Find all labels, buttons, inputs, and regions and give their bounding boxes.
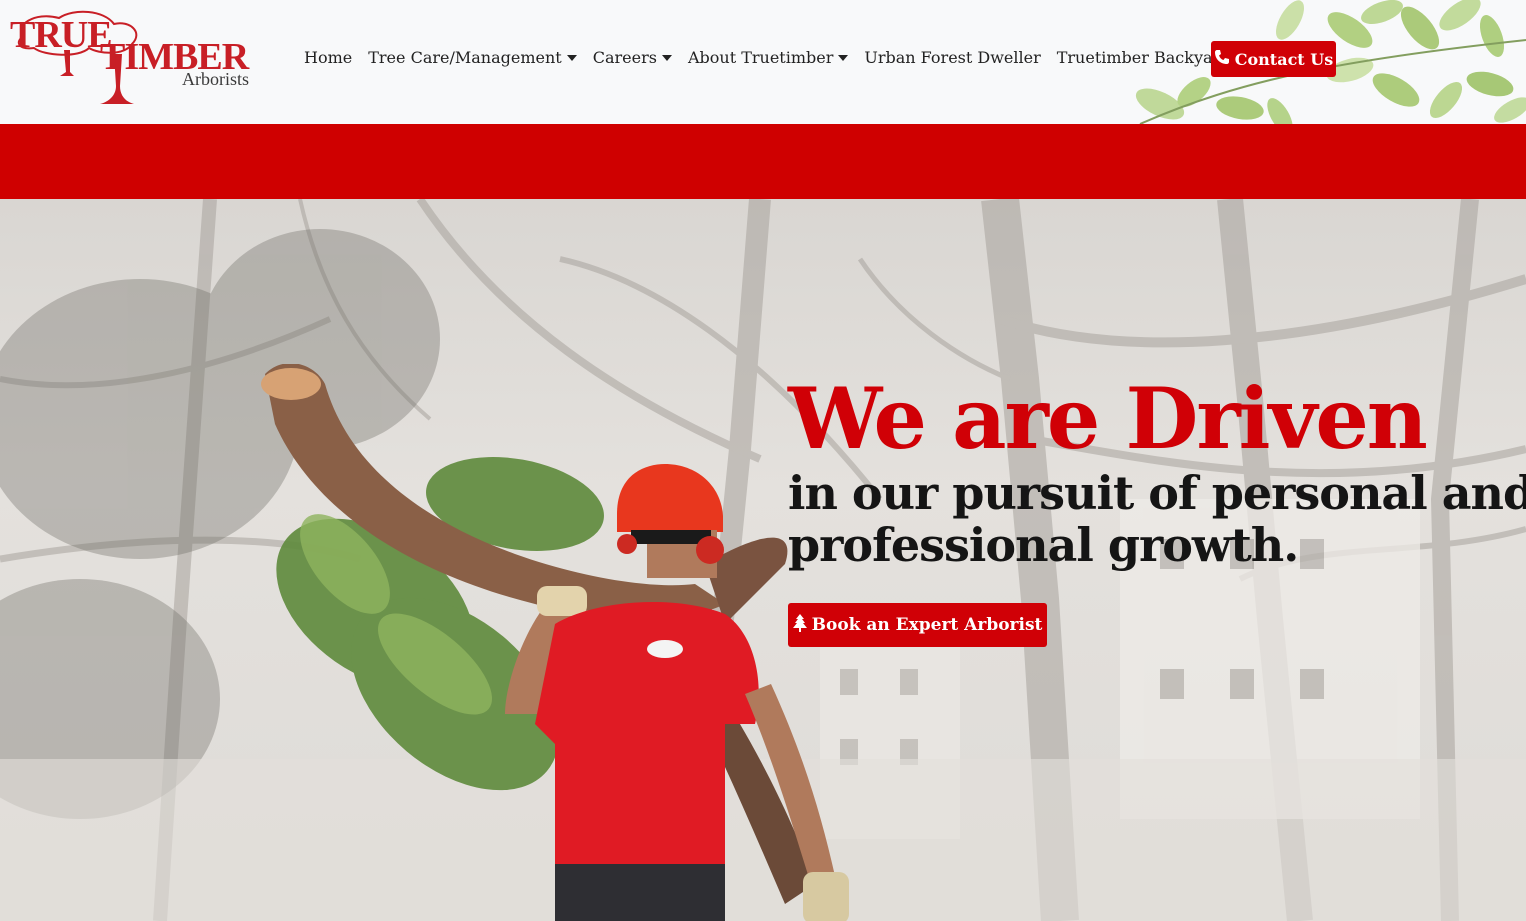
logo-subtitle: Arborists	[182, 69, 249, 89]
caret-down-icon	[838, 55, 849, 61]
site-header: TRUE TIMBER Arborists Home Tree Care/Man…	[0, 0, 1526, 124]
logo-word-true: TRUE	[10, 14, 113, 56]
nav-careers-label: Careers	[592, 48, 657, 67]
hero-title: We are Driven	[788, 369, 1428, 468]
hero-subtitle: in our pursuit of personal and professio…	[788, 466, 1526, 572]
nav-careers-dropdown[interactable]: Careers	[585, 45, 680, 71]
nav-tree-care-dropdown[interactable]: Tree Care/Management	[360, 45, 584, 71]
truetimber-logo[interactable]: TRUE TIMBER Arborists	[4, 6, 276, 108]
nav-about-label: About Truetimber	[687, 48, 834, 67]
nav-home[interactable]: Home	[296, 45, 360, 71]
nav-urban-forest-label: Urban Forest Dweller	[864, 48, 1041, 67]
contact-us-button[interactable]: Contact Us	[1211, 41, 1336, 77]
main-nav: Home Tree Care/Management Careers About …	[296, 44, 1238, 72]
contact-us-label: Contact Us	[1234, 49, 1334, 69]
announcement-band	[0, 124, 1526, 199]
nav-about-dropdown[interactable]: About Truetimber	[680, 45, 856, 71]
phone-icon	[1214, 49, 1230, 69]
caret-down-icon	[566, 55, 577, 61]
tree-icon	[792, 613, 807, 637]
book-arborist-button[interactable]: Book an Expert Arborist	[788, 603, 1047, 647]
caret-down-icon	[661, 55, 672, 61]
arborist-carrying-log-image	[261, 364, 849, 921]
book-arborist-label: Book an Expert Arborist	[811, 615, 1043, 635]
nav-tree-care-label: Tree Care/Management	[368, 48, 562, 67]
nav-home-label: Home	[304, 48, 353, 67]
hero-section: We are Driven in our pursuit of personal…	[0, 199, 1526, 921]
nav-urban-forest-dweller[interactable]: Urban Forest Dweller	[856, 45, 1048, 71]
